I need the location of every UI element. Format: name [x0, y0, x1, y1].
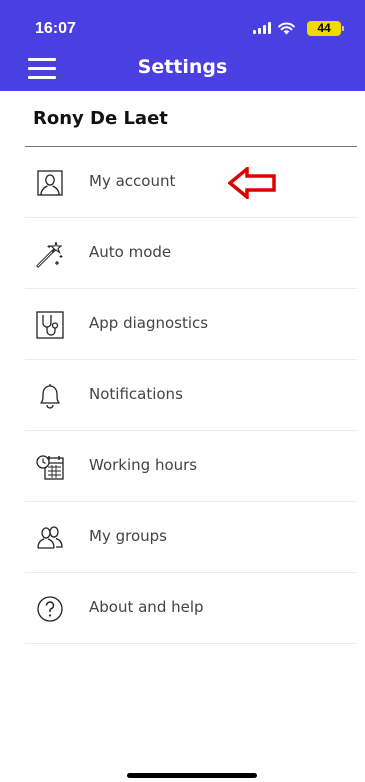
menu-item-app-diagnostics[interactable]: App diagnostics — [25, 289, 357, 360]
menu-item-about-and-help[interactable]: About and help — [25, 573, 357, 644]
top-bar: 16:07 44 Settings — [0, 0, 365, 91]
menu-item-label: About and help — [89, 598, 204, 616]
user-name: Rony De Laet — [33, 108, 168, 129]
menu-item-label: My groups — [89, 527, 167, 545]
user-profile-icon — [37, 170, 63, 196]
red-left-arrow-icon — [228, 167, 276, 199]
status-time: 16:07 — [35, 20, 76, 37]
menu-item-label: App diagnostics — [89, 314, 209, 332]
settings-list: My account Auto mode App diagnostics Not… — [25, 147, 357, 644]
menu-item-my-account[interactable]: My account — [25, 147, 357, 218]
status-bar: 16:07 44 — [0, 0, 365, 44]
status-icons: 44 — [221, 21, 344, 37]
menu-item-label: Notifications — [89, 385, 183, 403]
menu-item-label: My account — [89, 172, 176, 190]
menu-item-notifications[interactable]: Notifications — [25, 360, 357, 431]
menu-item-my-groups[interactable]: My groups — [25, 502, 357, 573]
menu-item-auto-mode[interactable]: Auto mode — [25, 218, 357, 289]
menu-item-label: Auto mode — [89, 243, 172, 261]
calendar-clock-icon — [36, 455, 64, 480]
home-indicator — [127, 773, 257, 778]
signal-icon — [253, 22, 271, 34]
wifi-icon — [278, 22, 295, 35]
users-group-icon — [37, 526, 63, 549]
question-circle-icon — [37, 596, 63, 622]
app-bar: Settings — [0, 48, 365, 91]
bell-icon — [40, 384, 60, 409]
page-title: Settings — [137, 56, 228, 78]
menu-item-label: Working hours — [89, 456, 198, 474]
magic-wand-icon — [36, 241, 63, 268]
menu-item-working-hours[interactable]: Working hours — [25, 431, 357, 502]
stethoscope-icon — [36, 311, 64, 339]
battery-indicator: 44 — [307, 21, 344, 36]
